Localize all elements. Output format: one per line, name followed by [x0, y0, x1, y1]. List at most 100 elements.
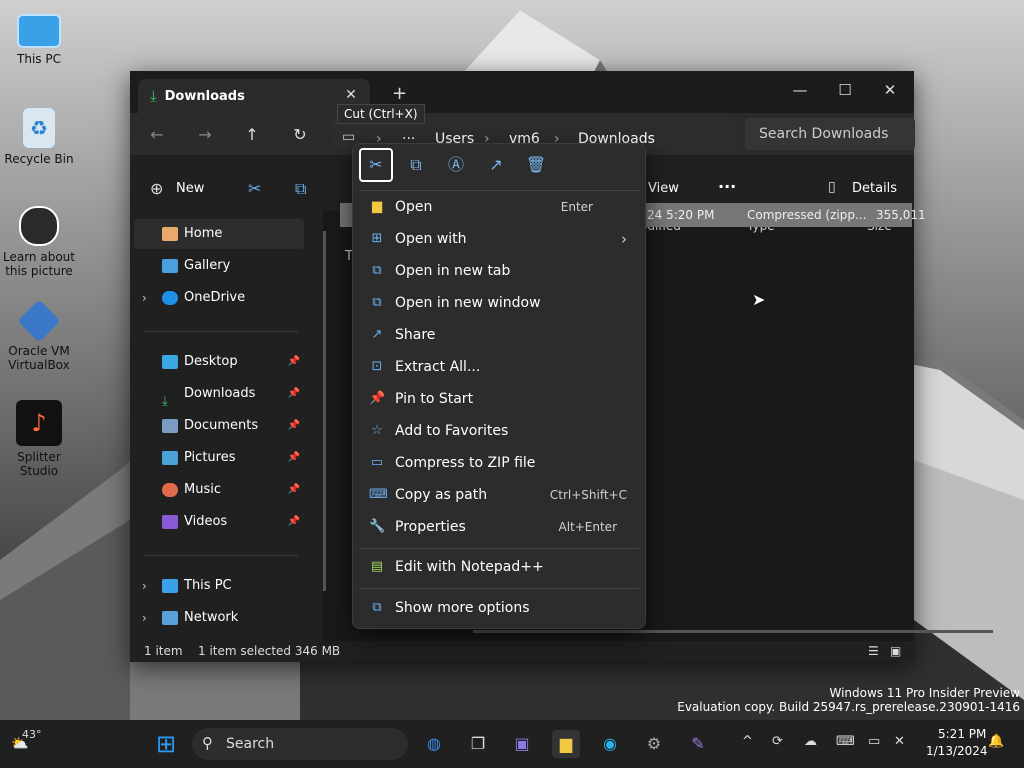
scrollbar-vertical[interactable]: [323, 231, 326, 591]
menu-item-properties[interactable]: 🔧 Properties Alt+Enter: [359, 512, 637, 542]
sidebar-item-network[interactable]: › Network: [134, 603, 304, 633]
chevron-right-icon[interactable]: ›: [142, 283, 147, 313]
menu-item-show-more-options[interactable]: ⧉ Show more options: [359, 593, 637, 623]
tray-chevron-up-icon[interactable]: ^: [742, 734, 753, 749]
menu-item-open-with[interactable]: ⊞ Open with ›: [359, 224, 637, 254]
list-view-icon[interactable]: ☰: [868, 644, 879, 658]
chevron-right-icon[interactable]: ›: [142, 603, 147, 633]
menu-item-pin-to-start[interactable]: 📌 Pin to Start: [359, 384, 637, 414]
new-button[interactable]: New: [176, 181, 204, 196]
pictures-icon: [162, 450, 178, 465]
sidebar-label: Music: [184, 482, 221, 497]
menu-item-compress-zip[interactable]: ▭ Compress to ZIP file: [359, 448, 637, 478]
menu-item-extract-all[interactable]: ⊡ Extract All...: [359, 352, 637, 382]
tab-close-icon[interactable]: ✕: [342, 87, 360, 103]
menu-item-label: Edit with Notepad++: [395, 559, 544, 575]
keyboard-icon[interactable]: ⌨: [836, 734, 855, 749]
desktop-icon-learn-picture[interactable]: Learn about this picture: [0, 206, 78, 278]
menu-item-open-new-window[interactable]: ⧉ Open in new window: [359, 288, 637, 318]
pin-icon[interactable]: 📌: [288, 443, 300, 473]
sidebar-item-pictures[interactable]: Pictures 📌: [134, 443, 304, 473]
menu-item-label: Open: [395, 199, 433, 215]
taskbar-search[interactable]: ⚲ Search: [192, 728, 408, 760]
menu-item-label: Open in new tab: [395, 263, 511, 279]
weather-temp[interactable]: 43°: [22, 728, 42, 741]
network-icon[interactable]: ▭: [868, 734, 880, 749]
desktop-icon-label: Recycle Bin: [4, 152, 74, 166]
cloud-off-icon[interactable]: ☁: [804, 734, 817, 749]
new-plus-icon[interactable]: ⊕: [150, 179, 163, 198]
view-button[interactable]: View: [648, 181, 679, 196]
tiles-view-icon[interactable]: ▣: [890, 644, 901, 658]
pin-icon[interactable]: 📌: [288, 347, 300, 377]
search-input[interactable]: Search Downloads: [745, 118, 915, 150]
menu-item-share[interactable]: ↗ Share: [359, 320, 637, 350]
sidebar-item-videos[interactable]: Videos 📌: [134, 507, 304, 537]
cut-icon[interactable]: ✂: [359, 148, 393, 182]
clock-time[interactable]: 5:21 PM: [938, 727, 986, 741]
network-icon: [162, 610, 178, 625]
tab-downloads[interactable]: ⤓ Downloads ✕: [138, 79, 370, 113]
scrollbar-horizontal[interactable]: [473, 630, 993, 633]
pin-icon[interactable]: 📌: [288, 379, 300, 409]
desktop-icon-recycle-bin[interactable]: ♻ Recycle Bin: [0, 108, 78, 166]
refresh-icon[interactable]: ↻: [288, 123, 312, 147]
sidebar-item-desktop[interactable]: Desktop 📌: [134, 347, 304, 377]
cut-icon[interactable]: ✂: [248, 179, 261, 198]
menu-item-copy-as-path[interactable]: ⌨ Copy as path Ctrl+Shift+C: [359, 480, 637, 510]
sidebar-item-home[interactable]: Home: [134, 219, 304, 249]
sidebar-item-onedrive[interactable]: › OneDrive: [134, 283, 304, 313]
minimize-button[interactable]: —: [780, 77, 820, 103]
clock-date[interactable]: 1/13/2024: [926, 744, 988, 758]
menu-item-label: Extract All...: [395, 359, 481, 375]
menu-item-notepad-plus-plus[interactable]: ▤ Edit with Notepad++: [359, 552, 637, 582]
pin-icon[interactable]: 📌: [288, 475, 300, 505]
close-button[interactable]: ✕: [870, 77, 910, 103]
sidebar-item-music[interactable]: Music 📌: [134, 475, 304, 505]
details-pane-icon[interactable]: ▯: [828, 179, 836, 195]
chat-icon[interactable]: ▣: [508, 730, 536, 758]
menu-item-add-to-favorites[interactable]: ☆ Add to Favorites: [359, 416, 637, 446]
sidebar-item-this-pc[interactable]: › This PC: [134, 571, 304, 601]
pin-icon[interactable]: 📌: [288, 411, 300, 441]
sidebar-item-downloads[interactable]: ⤓ Downloads 📌: [134, 379, 304, 409]
edge-beta-icon[interactable]: ◍: [420, 730, 448, 758]
pen-app-icon[interactable]: ✎: [684, 730, 712, 758]
desktop-icon-virtualbox[interactable]: Oracle VM VirtualBox: [0, 299, 78, 372]
back-arrow-icon[interactable]: ←: [145, 123, 169, 147]
more-options-button[interactable]: ···: [718, 177, 736, 196]
desktop-icon-this-pc[interactable]: This PC: [0, 10, 78, 66]
start-button[interactable]: ⊞: [152, 730, 180, 758]
rename-icon[interactable]: Ⓐ: [439, 148, 473, 182]
copy-icon[interactable]: ⧉: [295, 179, 306, 199]
settings-gear-icon[interactable]: ⚙: [640, 730, 668, 758]
sidebar-item-documents[interactable]: Documents 📌: [134, 411, 304, 441]
menu-item-open[interactable]: ▆ Open Enter: [359, 192, 637, 222]
menu-item-open-new-tab[interactable]: ⧉ Open in new tab: [359, 256, 637, 286]
maximize-button[interactable]: ☐: [825, 77, 865, 103]
pin-icon[interactable]: 📌: [288, 507, 300, 537]
forward-arrow-icon[interactable]: →: [193, 123, 217, 147]
menu-item-label: Pin to Start: [395, 391, 474, 407]
volume-muted-icon[interactable]: ✕: [894, 734, 905, 749]
more-options-icon: ⧉: [372, 600, 382, 615]
notepad-icon: ▤: [370, 559, 384, 574]
item-count: 1 item: [144, 644, 183, 658]
details-button[interactable]: Details: [852, 181, 897, 196]
delete-icon[interactable]: 🗑: [519, 148, 553, 182]
sync-icon[interactable]: ⟳: [772, 734, 783, 749]
notification-bell-icon[interactable]: 🔔: [988, 734, 1004, 749]
splitter-studio-icon: ♪: [16, 400, 62, 446]
extract-icon: ⊡: [371, 359, 383, 374]
sidebar-item-gallery[interactable]: Gallery: [134, 251, 304, 281]
task-view-icon[interactable]: ❐: [464, 730, 492, 758]
new-tab-button[interactable]: +: [392, 83, 407, 104]
file-explorer-icon[interactable]: ▆: [552, 730, 580, 758]
menu-item-label: Properties: [395, 519, 466, 535]
edge-icon[interactable]: ◉: [596, 730, 624, 758]
desktop-icon-splitter-studio[interactable]: ♪ Splitter Studio: [0, 400, 78, 478]
copy-icon[interactable]: ⧉: [399, 148, 433, 182]
chevron-right-icon[interactable]: ›: [142, 571, 147, 601]
share-icon[interactable]: ↗: [479, 148, 513, 182]
up-arrow-icon[interactable]: ↑: [240, 123, 264, 147]
